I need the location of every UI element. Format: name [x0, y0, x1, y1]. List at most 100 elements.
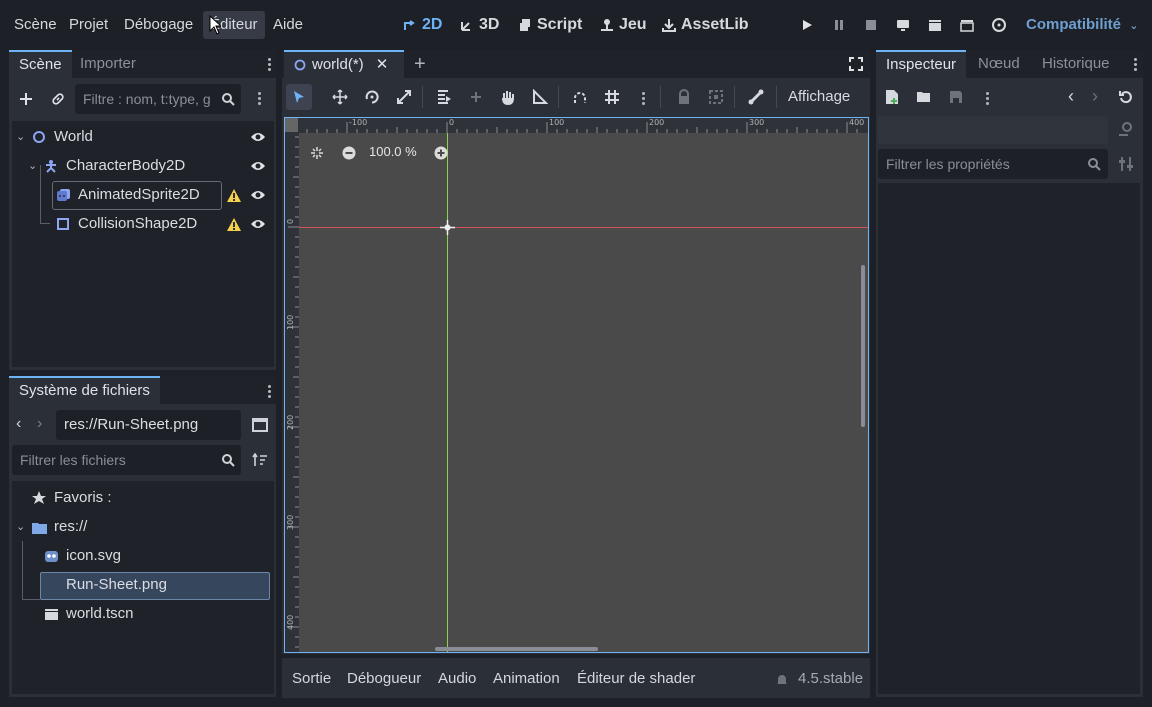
rotate-tool-icon[interactable]: [360, 86, 384, 108]
tree-label-characterbody2d: CharacterBody2D: [66, 157, 186, 174]
tab-audio[interactable]: Audio: [438, 668, 476, 690]
zoom-in-icon[interactable]: [430, 142, 452, 164]
workspace-assetlib-button[interactable]: AssetLib: [662, 11, 749, 39]
res-folder-row[interactable]: ⌄ res://: [16, 513, 87, 541]
move-tool-icon[interactable]: [328, 86, 352, 108]
tab-filesystem[interactable]: Système de fichiers: [9, 376, 160, 404]
play-scene-button[interactable]: [924, 13, 946, 37]
nav-back-icon[interactable]: ‹: [16, 415, 21, 433]
pan-tool-icon[interactable]: [496, 86, 520, 108]
history-back-icon[interactable]: ‹: [1068, 86, 1074, 107]
visibility-eye-icon[interactable]: [247, 213, 269, 235]
file-row-run-sheet[interactable]: Run-Sheet.png: [66, 571, 167, 599]
new-resource-icon[interactable]: [881, 86, 903, 108]
split-mode-icon[interactable]: [249, 414, 271, 436]
history-forward-icon[interactable]: ›: [1092, 86, 1098, 107]
tab-import[interactable]: Importer: [70, 50, 146, 78]
scene-filter-menu-icon[interactable]: [258, 90, 262, 107]
collapse-arrow-icon[interactable]: ⌄: [16, 513, 32, 541]
collapse-arrow-icon[interactable]: ⌄: [28, 152, 44, 180]
smart-snap-icon[interactable]: [568, 86, 592, 108]
lock-icon[interactable]: [672, 86, 696, 108]
horizontal-scrollbar[interactable]: [435, 647, 598, 651]
tab-animation[interactable]: Animation: [493, 668, 560, 690]
tab-shader-editor[interactable]: Éditeur de shader: [577, 668, 695, 690]
ruler-v-label: 200: [286, 414, 295, 430]
distraction-free-icon[interactable]: [845, 53, 867, 75]
grid-snap-icon[interactable]: [600, 86, 624, 108]
zoom-level[interactable]: 100.0 %: [369, 144, 417, 159]
workspace-3d-button[interactable]: 3D: [460, 11, 499, 39]
save-icon[interactable]: [945, 86, 967, 108]
path-field[interactable]: res://Run-Sheet.png: [56, 410, 241, 440]
object-history-icon[interactable]: [1115, 86, 1137, 108]
file-row-world-tscn[interactable]: world.tscn: [44, 600, 134, 628]
collapse-arrow-icon[interactable]: ⌄: [16, 123, 32, 151]
skeleton-tool-icon[interactable]: [744, 86, 768, 108]
search-icon: [217, 88, 239, 110]
zoom-out-icon[interactable]: [338, 142, 360, 164]
view-menu-button[interactable]: Affichage: [788, 86, 850, 108]
properties-filter-input[interactable]: Filtrer les propriétés: [878, 149, 1108, 179]
files-filter-input[interactable]: Filtrer les fichiers: [12, 445, 241, 475]
workspace-2d-button[interactable]: 2D: [403, 11, 442, 39]
pause-button[interactable]: [828, 13, 850, 37]
warning-icon[interactable]: [223, 184, 245, 206]
tab-history[interactable]: Historique: [1032, 50, 1120, 78]
tree-row-characterbody2d[interactable]: ⌄ CharacterBody2D: [28, 152, 185, 180]
canvas-viewport[interactable]: [284, 117, 869, 653]
open-folder-icon[interactable]: [913, 86, 935, 108]
tools-icon[interactable]: [1115, 153, 1137, 175]
workspace-game-button[interactable]: Jeu: [600, 11, 647, 39]
pivot-tool-icon[interactable]: [464, 86, 488, 108]
play-custom-scene-button[interactable]: [956, 13, 978, 37]
tree-row-world[interactable]: ⌄ World: [16, 123, 93, 151]
workspace-assetlib-label: AssetLib: [681, 16, 749, 33]
tab-node[interactable]: Nœud: [968, 50, 1030, 78]
notification-bell-icon[interactable]: [771, 669, 793, 691]
visibility-eye-icon[interactable]: [247, 126, 269, 148]
tree-row-animatedsprite2d[interactable]: AnimatedSprite2D: [56, 181, 200, 209]
menu-scene[interactable]: Scène: [7, 11, 64, 39]
list-select-icon[interactable]: [432, 86, 456, 108]
tab-output[interactable]: Sortie: [292, 668, 331, 690]
group-icon[interactable]: [704, 86, 728, 108]
remote-debug-button[interactable]: [892, 13, 914, 37]
add-node-button[interactable]: [15, 88, 37, 110]
favorites-row[interactable]: Favoris :: [32, 484, 112, 512]
ruler-tool-icon[interactable]: [528, 86, 552, 108]
movie-maker-button[interactable]: [988, 13, 1010, 37]
play-button[interactable]: [796, 13, 818, 37]
vertical-scrollbar[interactable]: [861, 265, 865, 427]
scale-tool-icon[interactable]: [392, 86, 416, 108]
tab-world-scene[interactable]: world(*) ✕: [284, 50, 404, 78]
scene-dock-menu-icon[interactable]: [268, 56, 272, 73]
snap-options-icon[interactable]: [642, 90, 646, 107]
resource-options-icon[interactable]: [986, 90, 990, 107]
inspector-menu-icon[interactable]: [1134, 56, 1138, 73]
visibility-eye-icon[interactable]: [247, 155, 269, 177]
menu-debug[interactable]: Débogage: [117, 11, 200, 39]
sort-icon[interactable]: [249, 449, 271, 471]
tab-debugger[interactable]: Débogueur: [347, 668, 421, 690]
nav-forward-icon[interactable]: ›: [37, 415, 42, 433]
tab-scene[interactable]: Scène: [9, 50, 72, 78]
add-scene-tab-icon[interactable]: +: [414, 53, 426, 76]
tab-inspector[interactable]: Inspecteur: [876, 50, 967, 78]
file-row-icon-svg[interactable]: icon.svg: [44, 542, 121, 570]
object-path-field[interactable]: [878, 116, 1108, 144]
stop-button[interactable]: [860, 13, 882, 37]
select-tool-icon[interactable]: [287, 86, 311, 108]
filesystem-menu-icon[interactable]: [268, 383, 272, 400]
center-view-icon[interactable]: [306, 142, 328, 164]
tree-row-collisionshape2d[interactable]: CollisionShape2D: [56, 210, 197, 238]
renderer-select[interactable]: Compatibilité ⌄: [1026, 11, 1138, 39]
menu-project[interactable]: Projet: [62, 11, 115, 39]
instantiate-scene-button[interactable]: [47, 88, 69, 110]
workspace-script-button[interactable]: Script: [518, 11, 582, 39]
menu-help[interactable]: Aide: [266, 11, 310, 39]
warning-icon[interactable]: [223, 213, 245, 235]
object-search-icon[interactable]: [1115, 118, 1137, 140]
close-icon[interactable]: ✕: [376, 52, 389, 78]
visibility-eye-icon[interactable]: [247, 184, 269, 206]
